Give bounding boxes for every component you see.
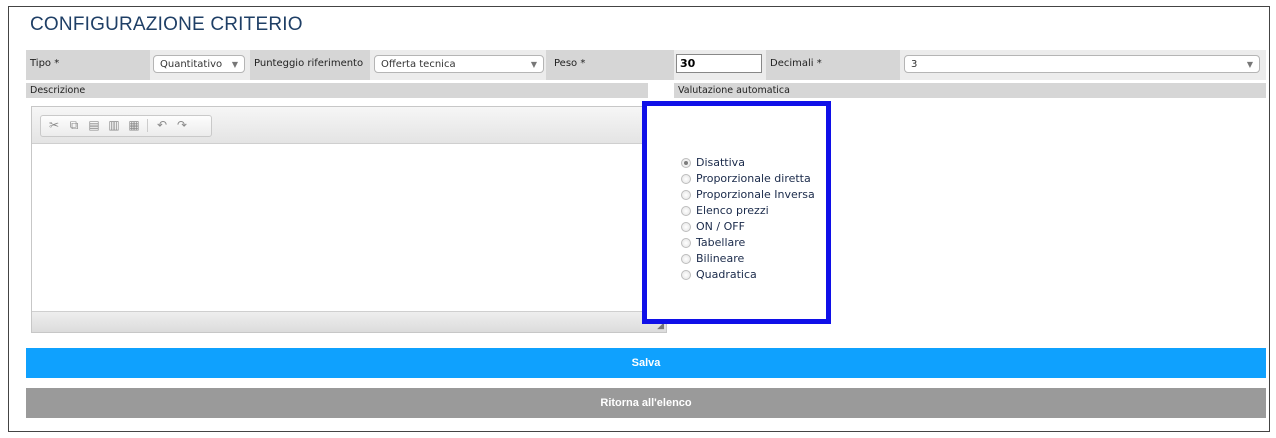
punteggio-select[interactable]: Offerta tecnica ▼ (374, 55, 544, 73)
radio-option-label: Quadratica (696, 268, 757, 281)
radio-option-label: Disattiva (696, 156, 745, 169)
valutazione-label: Valutazione automatica (674, 83, 1266, 98)
radio-button[interactable] (681, 270, 691, 280)
toolbar-separator (147, 119, 148, 132)
criteria-header-row: Tipo * Quantitativo ▼ Punteggio riferime… (26, 50, 1266, 97)
radio-option-label: Bilineare (696, 252, 745, 265)
editor-toolbar: ✂ ⧉ ▤ ▥ ▦ ↶ ↷ (32, 107, 666, 144)
punteggio-cell: Offerta tecnica ▼ (370, 50, 546, 80)
cut-icon[interactable]: ✂ (45, 117, 63, 134)
paste-text-icon[interactable]: ▥ (105, 117, 123, 134)
radio-option-label: Proporzionale diretta (696, 172, 811, 185)
peso-cell (674, 50, 766, 80)
radio-button[interactable] (681, 190, 691, 200)
radio-option-label: Proporzionale Inversa (696, 188, 815, 201)
radio-button[interactable] (681, 238, 691, 248)
editor-footer: ◢ (32, 311, 666, 332)
save-button[interactable]: Salva (26, 348, 1266, 378)
peso-input[interactable] (676, 54, 762, 73)
tipo-select-value: Quantitativo (160, 59, 223, 70)
chevron-down-icon: ▼ (231, 60, 238, 69)
undo-icon[interactable]: ↶ (153, 117, 171, 134)
page-title: CONFIGURAZIONE CRITERIO (30, 14, 303, 35)
tipo-label: Tipo * (30, 58, 60, 69)
tipo-cell: Quantitativo ▼ (150, 50, 250, 80)
back-to-list-button[interactable]: Ritorna all'elenco (26, 388, 1266, 418)
editor-content-area[interactable] (32, 144, 666, 311)
paste-word-icon[interactable]: ▦ (125, 117, 143, 134)
editor-toolbar-group: ✂ ⧉ ▤ ▥ ▦ ↶ ↷ (40, 115, 212, 137)
radio-button[interactable] (681, 222, 691, 232)
radio-option-label: ON / OFF (696, 220, 745, 233)
valutazione-options-box: Disattiva Proporzionale diretta Proporzion… (642, 101, 831, 324)
descrizione-label: Descrizione (26, 83, 648, 98)
radio-button[interactable] (681, 158, 691, 168)
chevron-down-icon: ▼ (530, 60, 537, 69)
chevron-down-icon: ▼ (1246, 60, 1253, 69)
radio-button[interactable] (681, 206, 691, 216)
tipo-select[interactable]: Quantitativo ▼ (153, 55, 245, 73)
radio-button[interactable] (681, 174, 691, 184)
radio-option-label: Tabellare (696, 236, 746, 249)
decimali-select[interactable]: 3 ▼ (904, 55, 1260, 73)
radio-option-label: Elenco prezzi (696, 204, 769, 217)
punteggio-label: Punteggio riferimento * (254, 58, 364, 97)
radio-button[interactable] (681, 254, 691, 264)
decimali-select-value: 3 (911, 59, 918, 70)
decimali-cell: 3 ▼ (900, 50, 1266, 80)
paste-icon[interactable]: ▤ (85, 117, 103, 134)
redo-icon[interactable]: ↷ (173, 117, 191, 134)
copy-icon[interactable]: ⧉ (65, 117, 83, 134)
peso-label: Peso * (554, 58, 586, 69)
descrizione-editor[interactable]: ✂ ⧉ ▤ ▥ ▦ ↶ ↷ ◢ (31, 106, 667, 333)
decimali-label: Decimali * (770, 58, 822, 69)
punteggio-select-value: Offerta tecnica (381, 59, 456, 70)
